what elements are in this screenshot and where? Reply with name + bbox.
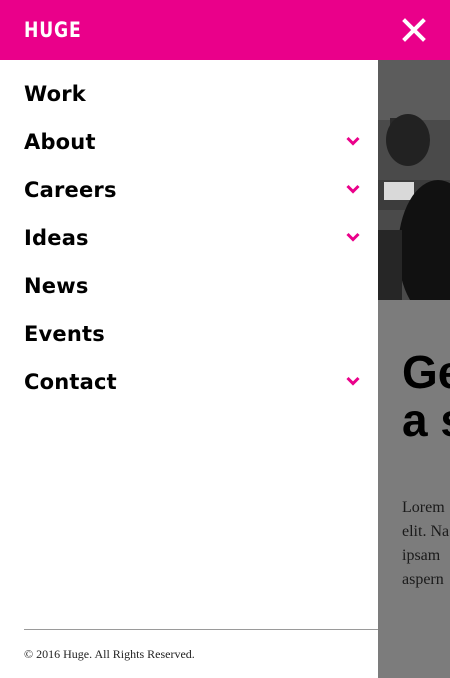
chevron-down-icon[interactable]	[346, 184, 360, 194]
chevron-down-icon[interactable]	[346, 232, 360, 242]
huge-logo[interactable]: HUGE	[24, 18, 82, 42]
nav-list: Work About Careers Ideas News Events Con…	[0, 70, 378, 406]
nav-item-label: Events	[24, 322, 105, 346]
nav-item-about[interactable]: About	[0, 118, 378, 166]
close-menu-button[interactable]	[400, 16, 428, 44]
chevron-down-icon[interactable]	[346, 136, 360, 146]
chevron-down-icon[interactable]	[346, 376, 360, 386]
hero-photo	[378, 60, 450, 300]
site-header: HUGE	[0, 0, 450, 60]
nav-item-careers[interactable]: Careers	[0, 166, 378, 214]
nav-item-label: About	[24, 130, 96, 154]
background-page: Ge a s Lorem elit. Na ipsam aspern	[378, 60, 450, 678]
nav-item-label: News	[24, 274, 89, 298]
nav-item-label: Careers	[24, 178, 117, 202]
nav-item-label: Ideas	[24, 226, 89, 250]
nav-item-label: Work	[24, 82, 86, 106]
intro-heading: Ge a s	[402, 346, 450, 446]
nav-item-events[interactable]: Events	[0, 310, 378, 358]
nav-item-ideas[interactable]: Ideas	[0, 214, 378, 262]
nav-item-contact[interactable]: Contact	[0, 358, 378, 406]
nav-item-news[interactable]: News	[0, 262, 378, 310]
nav-menu-panel: Work About Careers Ideas News Events Con…	[0, 60, 378, 678]
footer-divider	[24, 629, 378, 630]
intro-body: Lorem elit. Na ipsam aspern	[402, 499, 450, 588]
copyright-text: © 2016 Huge. All Rights Reserved.	[24, 647, 195, 661]
intro-section: Ge a s Lorem elit. Na ipsam aspern	[378, 300, 450, 678]
nav-item-work[interactable]: Work	[0, 70, 378, 118]
close-icon	[402, 18, 426, 42]
hero-photo-graphic	[378, 60, 450, 300]
nav-item-label: Contact	[24, 370, 117, 394]
